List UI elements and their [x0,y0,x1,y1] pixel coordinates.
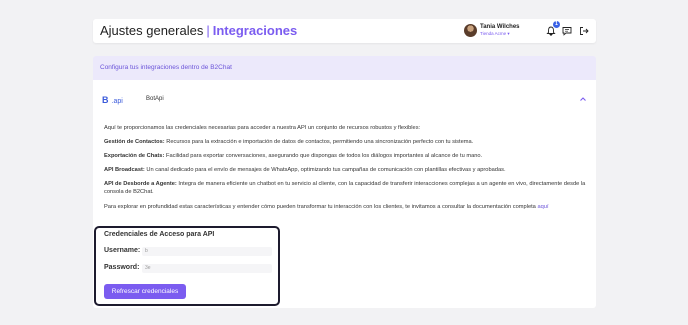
documentation-link[interactable]: aquí [537,204,548,210]
page-title: Ajustes generales | Integraciones [100,23,297,38]
notification-badge: 1 [553,21,560,28]
logout-button[interactable] [577,24,590,37]
user-name: Tania Wilches [480,24,520,30]
intro-text: Aquí te proporcionamos las credenciales … [104,125,421,131]
user-store: Tienda Acme ▾ [480,31,510,36]
feature-contacts: Gestión de Contactos: Recursos para la e… [104,139,474,145]
user-profile[interactable]: Tania Wilches Tienda Acme ▾ [464,24,540,39]
logout-icon [579,26,589,35]
b2chat-api-logo: B .api [102,95,123,105]
avatar [464,24,477,37]
feature-chats-export: Exportación de Chats: Facilidad para exp… [104,153,483,159]
username-label: Username: [104,247,141,254]
feature-agent-overflow: API de Desborde a Agente: Integra de man… [104,181,586,195]
password-label: Password: [104,264,140,271]
password-value[interactable]: 3e [142,264,272,273]
chat-button[interactable] [560,24,573,37]
feature-broadcast: API Broadcast: Un canal dedicado para el… [104,167,506,173]
integration-name: BotApi [146,96,164,102]
credentials-title: Credenciales de Acceso para API [104,231,215,238]
credentials-panel: Credenciales de Acceso para API Username… [94,226,280,306]
chat-icon [562,26,571,36]
documentation-text: Para explorar en profundidad estas carac… [104,204,549,210]
title-separator: | [206,23,210,38]
chevron-up-icon[interactable] [579,95,587,103]
notifications-button[interactable]: 1 [544,21,560,37]
page-title-main: Ajustes generales [100,23,204,38]
banner-text: Configura tus integraciones dentro de B2… [100,64,232,71]
refresh-credentials-button[interactable]: Refrescar credenciales [104,284,186,299]
integration-header[interactable]: B .api BotApi [93,88,596,110]
integrations-banner: Configura tus integraciones dentro de B2… [93,56,596,80]
username-value[interactable]: b [142,247,272,256]
page-header: Ajustes generales | Integraciones Tania Wi… [93,19,596,43]
page-subtitle: Integraciones [212,23,298,38]
